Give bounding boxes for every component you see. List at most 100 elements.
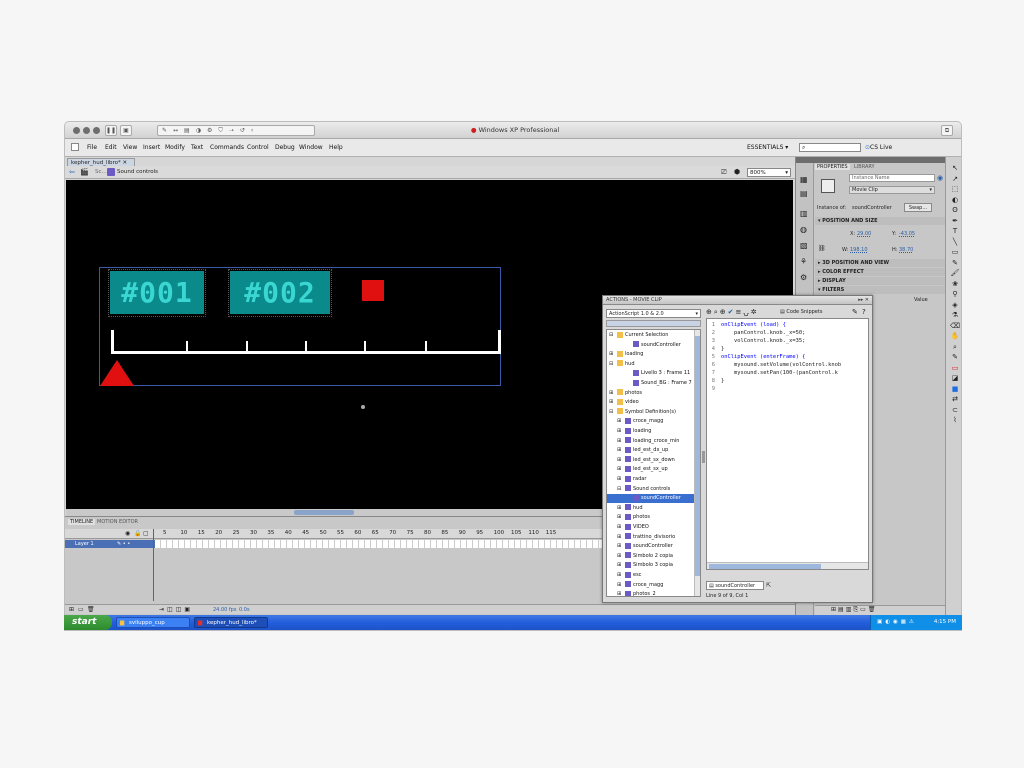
smooth-icon[interactable]: ⌇ bbox=[946, 415, 961, 426]
menu-edit[interactable]: Edit bbox=[105, 144, 117, 151]
code-h-scrollbar[interactable] bbox=[707, 562, 868, 569]
compass-icon[interactable]: ◍ bbox=[800, 225, 807, 234]
text-tool-icon[interactable]: T bbox=[946, 226, 961, 237]
menu-file[interactable]: File bbox=[87, 144, 97, 151]
menu-help[interactable]: Help bbox=[329, 144, 343, 151]
expand-icon[interactable]: ⊞ bbox=[617, 437, 623, 446]
tree-item[interactable]: ⊞ photos bbox=[607, 389, 695, 398]
taskbar-item-folder[interactable]: ▆ sviluppo_cup bbox=[116, 617, 190, 628]
menu-view[interactable]: View bbox=[123, 144, 137, 151]
volume-slider-track[interactable] bbox=[111, 351, 501, 354]
fps-readout[interactable]: 24.00 fps bbox=[213, 607, 236, 613]
cs-live-button[interactable]: ⊙CS Live bbox=[865, 144, 892, 151]
code-snippets-button[interactable]: ▤ Code Snippets bbox=[780, 309, 822, 315]
actions-toolbar[interactable]: ⊕⌕⊕✔≡⍽✲ ▤ Code Snippets ✎ ? bbox=[706, 308, 871, 317]
fullscreen-icon[interactable]: ⧉ bbox=[941, 125, 953, 136]
code-line[interactable]: 4} bbox=[707, 345, 868, 353]
tree-item[interactable]: ⊞ croce_magg bbox=[607, 417, 695, 426]
code-hint-icon[interactable]: ⍽ bbox=[743, 308, 750, 316]
slider-knob-triangle[interactable] bbox=[100, 360, 134, 386]
rectangle-tool-icon[interactable]: ▭ bbox=[946, 247, 961, 258]
expand-icon[interactable]: ⊞ bbox=[617, 590, 623, 596]
tree-item[interactable]: ⊞ loading bbox=[607, 350, 695, 359]
components-icon[interactable]: ⚘ bbox=[800, 257, 807, 266]
tree-item[interactable]: ⊟ hud bbox=[607, 360, 695, 369]
code-line[interactable]: 5 onClipEvent (enterFrame) { bbox=[707, 353, 868, 361]
workspace-switcher[interactable]: ESSENTIALS ▾ bbox=[747, 144, 788, 151]
tree-item[interactable]: ⊞ soundController bbox=[607, 542, 695, 551]
taskbar-item-flash[interactable]: ▆ kepher_hud_libro* bbox=[194, 617, 268, 628]
pause-icon[interactable]: ❚❚ bbox=[105, 125, 117, 136]
tree-scroll-thumb[interactable] bbox=[695, 336, 700, 576]
script-tab[interactable]: ▤ soundController bbox=[706, 581, 764, 590]
transform-icon[interactable]: ▧ bbox=[800, 241, 808, 250]
free-transform-icon[interactable]: ⬚ bbox=[946, 184, 961, 195]
menu-text[interactable]: Text bbox=[191, 144, 203, 151]
scroll-thumb[interactable] bbox=[294, 510, 354, 515]
eye-icon[interactable]: ◉ bbox=[125, 530, 130, 537]
tree-item[interactable]: ⊞ Simbolo 2 copia bbox=[607, 552, 695, 561]
tree-item[interactable]: ⊞ croce_magg bbox=[607, 581, 695, 590]
debug-icon[interactable]: ✲ bbox=[751, 308, 759, 316]
tree-item[interactable]: ⊟ Symbol Definition(s) bbox=[607, 408, 695, 417]
collapse-icon[interactable]: ⊟ bbox=[617, 485, 623, 494]
expand-icon[interactable]: ⊞ bbox=[609, 350, 615, 359]
outline-icon[interactable]: ▢ bbox=[143, 530, 149, 537]
tree-item[interactable]: ⊞ trattino_divisorio bbox=[607, 533, 695, 542]
eraser-icon[interactable]: ⌫ bbox=[946, 321, 961, 332]
stroke-color-icon[interactable]: ✎ bbox=[946, 352, 961, 363]
tree-item[interactable]: soundController bbox=[607, 494, 695, 504]
breadcrumb[interactable]: Sound controls bbox=[117, 169, 158, 175]
swap-button[interactable]: Swap... bbox=[904, 203, 932, 212]
code-line[interactable]: 6 mysound.setVolume(volControl.knob bbox=[707, 361, 868, 369]
expand-icon[interactable]: ⊞ bbox=[617, 571, 623, 580]
instance-name-input[interactable]: Instance Name bbox=[849, 174, 935, 182]
tree-item[interactable]: ⊞ led_est_sx_up bbox=[607, 465, 695, 474]
track-button-1[interactable]: #001 bbox=[110, 271, 204, 314]
hand-tool-icon[interactable]: ✋ bbox=[946, 331, 961, 342]
tree-item[interactable]: ⊞ VIDEO bbox=[607, 523, 695, 532]
tab-properties[interactable]: PROPERTIES bbox=[815, 164, 850, 170]
expand-icon[interactable]: ⊞ bbox=[609, 389, 615, 398]
lasso-icon[interactable]: ʘ bbox=[946, 205, 961, 216]
tree-item[interactable]: ⊞ Simbolo 3 copia bbox=[607, 561, 695, 570]
pin-icon[interactable]: ⇱ bbox=[766, 582, 771, 589]
tree-item[interactable]: soundController bbox=[607, 341, 695, 350]
target-path-icon[interactable]: ⊕ bbox=[720, 308, 728, 316]
expand-icon[interactable]: ⊞ bbox=[617, 475, 623, 484]
collapse-icon[interactable]: ⊟ bbox=[609, 408, 615, 417]
motion-presets-icon[interactable]: ⚙ bbox=[800, 273, 807, 282]
menu-control[interactable]: Control bbox=[247, 144, 269, 151]
expand-icon[interactable]: ⊞ bbox=[617, 581, 623, 590]
eyedropper-icon[interactable]: ⚗ bbox=[946, 310, 961, 321]
expand-icon[interactable]: ⊞ bbox=[617, 552, 623, 561]
black-white-icon[interactable]: ◪ bbox=[946, 373, 961, 384]
menu-debug[interactable]: Debug bbox=[275, 144, 295, 151]
close-dot[interactable] bbox=[73, 127, 80, 134]
subselection-tool-icon[interactable]: ↗ bbox=[946, 174, 961, 185]
layer-row[interactable]: Layer 1 ✎ • • bbox=[65, 540, 155, 548]
code-line[interactable]: 7 mysound.setPan(100-(panControl.k bbox=[707, 369, 868, 377]
w-value[interactable]: 198.10 bbox=[850, 247, 868, 253]
selection-tool-icon[interactable]: ↖ bbox=[946, 163, 961, 174]
snap-icon[interactable]: ⊂ bbox=[946, 405, 961, 416]
expand-icon[interactable]: ⊞ bbox=[617, 504, 623, 513]
section-position-size[interactable]: ▾ POSITION AND SIZE bbox=[815, 217, 946, 225]
collapse-icon[interactable]: ⊟ bbox=[609, 331, 615, 340]
tab-timeline[interactable]: TIMELINE bbox=[68, 519, 96, 525]
line-tool-icon[interactable]: ╲ bbox=[946, 237, 961, 248]
options-icon[interactable]: ? bbox=[862, 308, 868, 316]
y-value[interactable]: -43.05 bbox=[899, 231, 915, 237]
check-syntax-icon[interactable]: ✔ bbox=[728, 308, 736, 316]
expand-icon[interactable]: ⊞ bbox=[617, 427, 623, 436]
onion-skin-icons[interactable]: ⇥◫◫▣ bbox=[159, 606, 193, 613]
h-value[interactable]: 38.70 bbox=[899, 247, 913, 253]
code-line[interactable]: 2 panControl.knob._x=50; bbox=[707, 329, 868, 337]
pencil-icon[interactable]: ✎ bbox=[946, 258, 961, 269]
code-scroll-thumb[interactable] bbox=[709, 564, 821, 569]
expand-icon[interactable]: ⊞ bbox=[617, 523, 623, 532]
vm-toolbar-icons[interactable]: ✎↔▤◑⚙⛉➝↺‹ bbox=[157, 125, 315, 136]
expand-icon[interactable]: ⊞ bbox=[617, 465, 623, 474]
tree-item[interactable]: ⊞ loading_croce_min bbox=[607, 437, 695, 446]
scene-icon[interactable]: 🎬 bbox=[80, 168, 89, 176]
